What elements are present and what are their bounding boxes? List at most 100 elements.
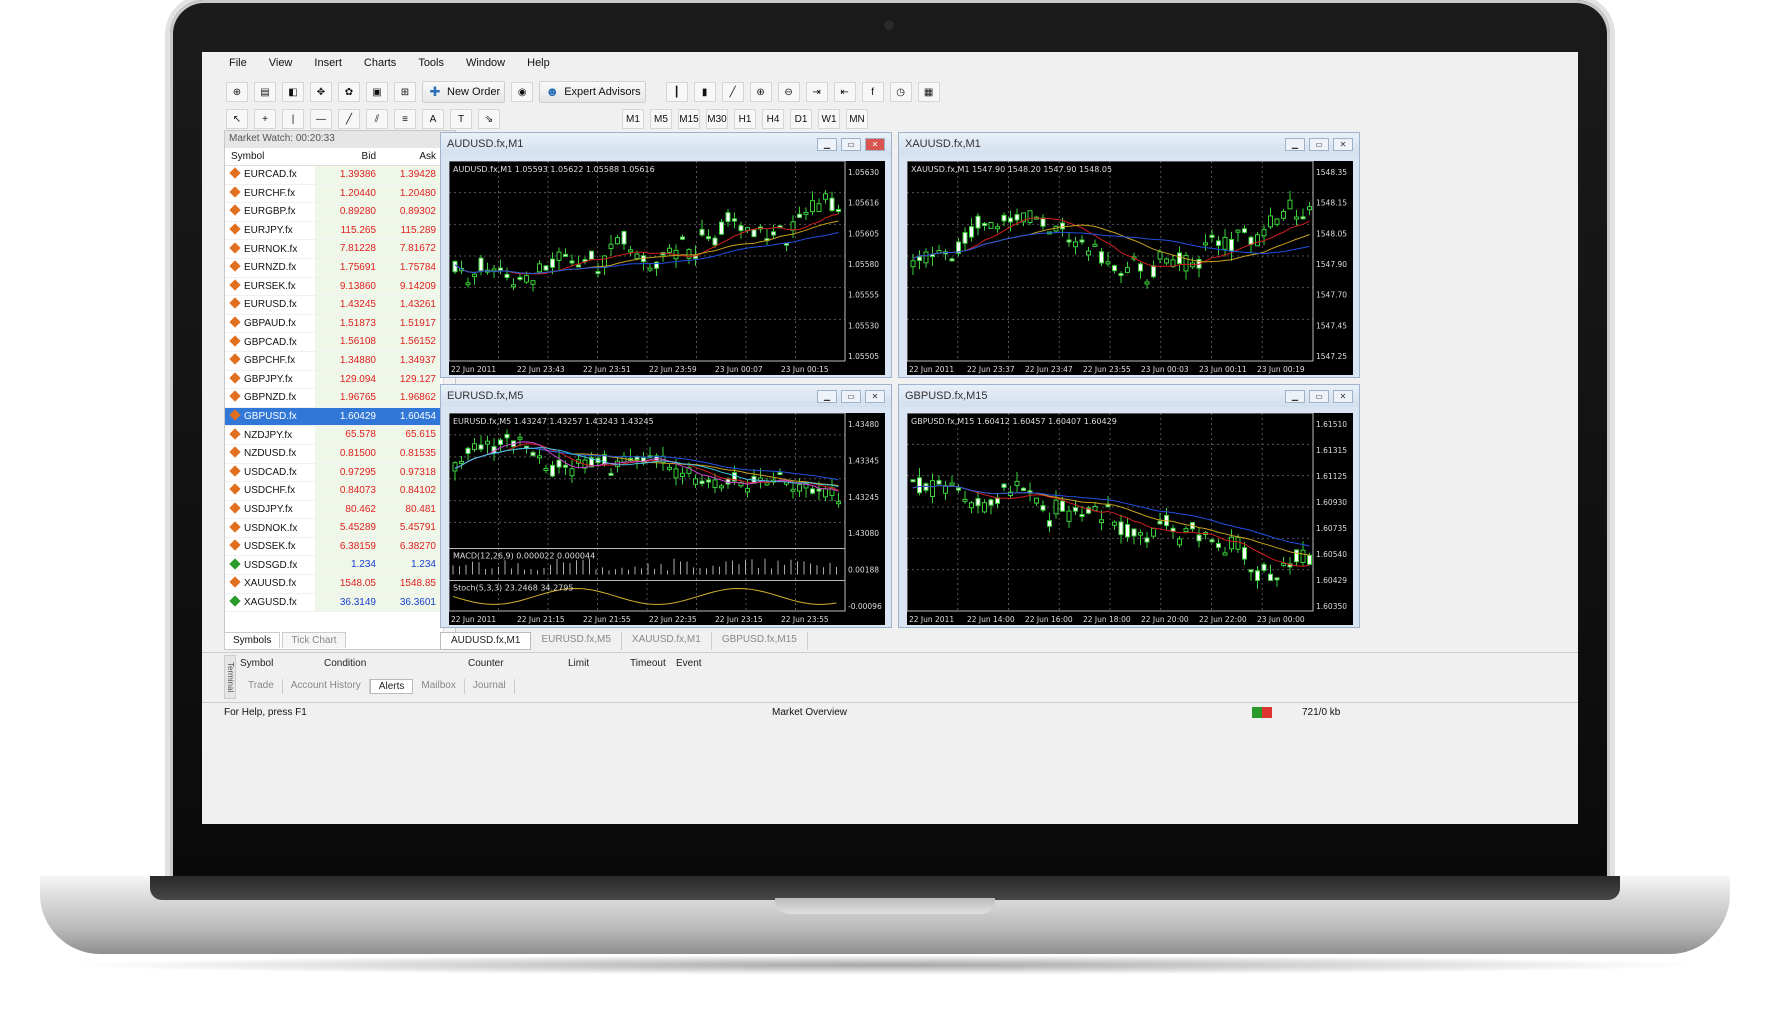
market-watch-row[interactable]: NZDJPY.fx 65.578 65.615 (225, 426, 455, 445)
tab-symbols[interactable]: Symbols (224, 632, 281, 648)
chart-window-audusd[interactable]: AUDUSD.fx,M1 ▁ ▭ ✕ AUDUSD.fx,M1 1.05593 1.0… (440, 132, 892, 378)
tab-alerts[interactable]: Alerts (369, 679, 414, 694)
new-chart-icon[interactable]: ⊕ (226, 82, 248, 102)
market-watch-row[interactable]: GBPJPY.fx 129.094 129.127 (225, 370, 455, 390)
timeframe-m1[interactable]: M1 (622, 109, 644, 129)
column-condition[interactable]: Condition (324, 658, 468, 669)
tab-mailbox[interactable]: Mailbox (413, 679, 465, 694)
market-watch-row[interactable]: EURGBP.fx 0.89280 0.89302 (225, 203, 455, 222)
zoom-out-icon[interactable]: ⊖ (777, 82, 800, 102)
timeframe-mn[interactable]: MN (846, 109, 868, 129)
metaeditor-icon[interactable]: ◉ (511, 82, 534, 102)
market-watch-row[interactable]: USDCAD.fx 0.97295 0.97318 (225, 463, 455, 483)
maximize-icon[interactable]: ▭ (841, 389, 861, 403)
market-watch-row[interactable]: GBPNZD.fx 1.96765 1.96862 (225, 389, 455, 408)
market-watch-row[interactable]: XAUUSD.fx 1548.05 1548.85 (225, 575, 455, 594)
chart-window-gbpusd[interactable]: GBPUSD.fx,M15 ▁ ▭ ✕ GBPUSD.fx,M15 1.60412 1… (898, 384, 1360, 628)
tab-trade[interactable]: Trade (240, 679, 283, 694)
text-icon[interactable]: A (422, 109, 444, 129)
market-watch-row[interactable]: USDSEK.fx 6.38159 6.38270 (225, 537, 455, 557)
menu-help[interactable]: Help (527, 57, 550, 69)
auto-scroll-icon[interactable]: ⇥ (805, 82, 828, 102)
menu-tools[interactable]: Tools (418, 57, 444, 69)
indicators-icon[interactable]: f (861, 82, 884, 102)
new-order-button[interactable]: ✚ New Order (422, 81, 506, 103)
column-ask[interactable]: Ask (380, 151, 440, 162)
column-timeout[interactable]: Timeout (630, 658, 676, 669)
navigator-icon[interactable]: ✿ (338, 82, 360, 102)
periods-icon[interactable]: ◷ (889, 82, 912, 102)
market-watch-row[interactable]: USDCHF.fx 0.84073 0.84102 (225, 482, 455, 501)
tab-tick-chart[interactable]: Tick Chart (282, 632, 346, 648)
data-window-icon[interactable]: ✥ (310, 82, 332, 102)
profiles-icon[interactable]: ▤ (254, 82, 276, 102)
menu-view[interactable]: View (269, 57, 293, 69)
minimize-icon[interactable]: ▁ (1285, 137, 1305, 151)
chart-area[interactable]: XAUUSD.fx,M1 1547.90 1548.20 1547.90 154… (907, 161, 1353, 375)
column-counter[interactable]: Counter (468, 658, 568, 669)
bar-chart-icon[interactable]: ┃ (665, 82, 688, 102)
maximize-icon[interactable]: ▭ (1309, 137, 1329, 151)
column-symbol[interactable]: Symbol (225, 151, 315, 162)
market-watch-row[interactable]: EURCAD.fx 1.39386 1.39428 (225, 166, 455, 185)
column-event[interactable]: Event (676, 658, 736, 669)
minimize-icon[interactable]: ▁ (817, 137, 837, 151)
zoom-in-icon[interactable]: ⊕ (749, 82, 772, 102)
close-icon[interactable]: ✕ (1333, 137, 1353, 151)
market-watch-row[interactable]: NZDUSD.fx 0.81500 0.81535 (225, 444, 455, 464)
minimize-icon[interactable]: ▁ (817, 389, 837, 403)
column-symbol[interactable]: Symbol (240, 658, 324, 669)
expert-advisors-button[interactable]: ☻ Expert Advisors (539, 81, 646, 103)
timeframe-d1[interactable]: D1 (790, 109, 812, 129)
candlestick-icon[interactable]: ▮ (693, 82, 716, 102)
close-icon[interactable]: ✕ (865, 137, 885, 151)
minimize-icon[interactable]: ▁ (1285, 389, 1305, 403)
templates-icon[interactable]: ▦ (917, 82, 940, 102)
menu-insert[interactable]: Insert (314, 57, 342, 69)
market-watch-row[interactable]: EURUSD.fx 1.43245 1.43261 (225, 296, 455, 315)
menu-charts[interactable]: Charts (364, 57, 396, 69)
chart-area[interactable]: GBPUSD.fx,M15 1.60412 1.60457 1.60407 1.… (907, 413, 1353, 625)
line-chart-icon[interactable]: ╱ (721, 82, 744, 102)
cursor-icon[interactable]: ↖ (226, 109, 248, 129)
market-watch-row[interactable]: GBPUSD.fx 1.60429 1.60454 (225, 407, 455, 427)
market-watch-row[interactable]: EURNZD.fx 1.75691 1.75784 (225, 258, 455, 278)
market-watch-row[interactable]: XAGUSD.fx 36.3149 36.3601 (225, 593, 455, 613)
chart-window-eurusd[interactable]: EURUSD.fx,M5 ▁ ▭ ✕ MACD(12,26,9) 0.000022 0… (440, 384, 892, 628)
maximize-icon[interactable]: ▭ (841, 137, 861, 151)
trendline-icon[interactable]: ╱ (338, 109, 360, 129)
market-watch-row[interactable]: USDNOK.fx 5.45289 5.45791 (225, 519, 455, 538)
maximize-icon[interactable]: ▭ (1309, 389, 1329, 403)
market-watch-row[interactable]: GBPCHF.fx 1.34880 1.34937 (225, 351, 455, 371)
chart-shift-icon[interactable]: ⇤ (833, 82, 856, 102)
arrows-icon[interactable]: ⇘ (478, 109, 500, 129)
tab-account-history[interactable]: Account History (283, 679, 370, 694)
market-watch-row[interactable]: GBPAUD.fx 1.51873 1.51917 (225, 314, 455, 334)
market-watch-icon[interactable]: ◧ (282, 82, 304, 102)
market-watch-row[interactable]: USDSGD.fx 1.234 1.234 (225, 556, 455, 576)
timeframe-h4[interactable]: H4 (762, 109, 784, 129)
close-icon[interactable]: ✕ (1333, 389, 1353, 403)
column-limit[interactable]: Limit (568, 658, 630, 669)
column-bid[interactable]: Bid (315, 151, 380, 162)
tester-icon[interactable]: ⊞ (394, 82, 416, 102)
timeframe-m5[interactable]: M5 (650, 109, 672, 129)
menu-window[interactable]: Window (466, 57, 505, 69)
channel-icon[interactable]: ⫽ (366, 109, 388, 129)
chart-tab[interactable]: XAUUSD.fx,M1 (622, 632, 712, 650)
timeframe-h1[interactable]: H1 (734, 109, 756, 129)
chart-tab[interactable]: EURUSD.fx,M5 (531, 632, 622, 650)
menu-file[interactable]: File (229, 57, 247, 69)
market-watch-row[interactable]: EURSEK.fx 9.13860 9.14209 (225, 277, 455, 297)
chart-tab[interactable]: GBPUSD.fx,M15 (712, 632, 808, 650)
market-watch-row[interactable]: EURNOK.fx 7.81228 7.81672 (225, 240, 455, 259)
chart-tab[interactable]: AUDUSD.fx,M1 (440, 632, 532, 650)
market-watch-row[interactable]: EURJPY.fx 115.265 115.289 (225, 221, 455, 241)
vertical-line-icon[interactable]: | (282, 109, 304, 129)
tab-journal[interactable]: Journal (465, 679, 515, 694)
close-icon[interactable]: ✕ (865, 389, 885, 403)
fibonacci-icon[interactable]: ≡ (394, 109, 416, 129)
timeframe-w1[interactable]: W1 (818, 109, 840, 129)
text-label-icon[interactable]: T (450, 109, 472, 129)
terminal-icon[interactable]: ▣ (366, 82, 388, 102)
